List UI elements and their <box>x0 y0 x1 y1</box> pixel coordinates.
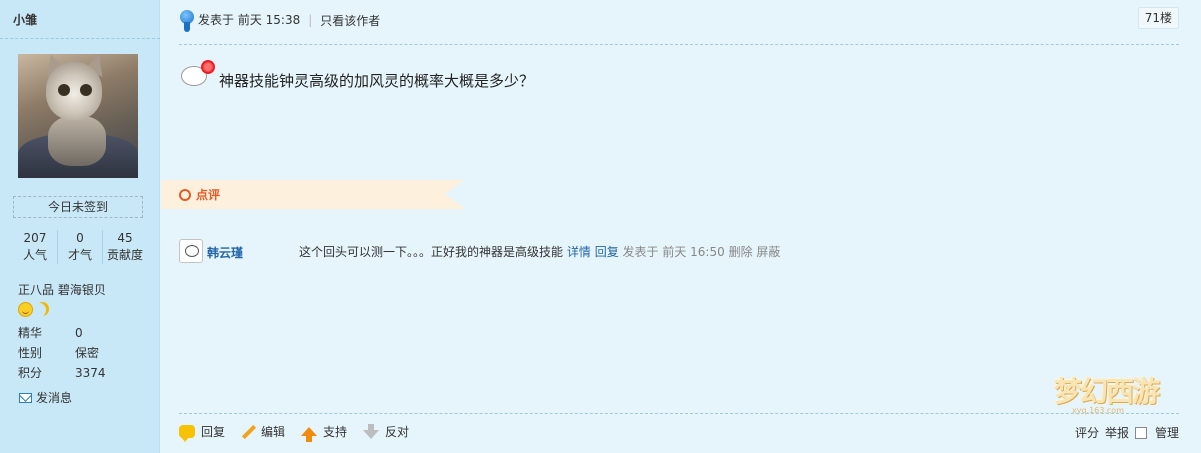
comment-text: 这个回头可以测一下。。。正好我的神器是高级技能 <box>299 245 564 259</box>
moon-medal-icon[interactable] <box>35 302 50 317</box>
oppose-label: 反对 <box>385 425 410 439</box>
checkin-button[interactable]: 今日未签到 <box>13 196 143 218</box>
floor-number[interactable]: 71楼 <box>1137 7 1179 29</box>
watermark-text: 梦幻西游 <box>1054 375 1160 408</box>
send-message-link[interactable]: 发消息 <box>19 389 72 406</box>
user-rank: 正八品 碧海银贝 <box>18 283 106 297</box>
rate-link[interactable]: 评分 <box>1075 424 1099 441</box>
comment-section-header: 点评 <box>161 180 465 209</box>
profile-info: 精华 0 性别 保密 积分 3374 <box>18 323 148 383</box>
profile-key: 性别 <box>18 346 43 360</box>
profile-row: 积分 3374 <box>18 363 148 383</box>
post-actions: 回复 编辑 支持 反对 <box>179 423 409 442</box>
profile-key: 精华 <box>18 326 43 340</box>
profile-value: 3374 <box>75 366 106 380</box>
medal-list <box>18 302 50 317</box>
profile-row: 精华 0 <box>18 323 148 343</box>
only-author-link[interactable]: 只看该作者 <box>320 12 380 29</box>
stat-popularity[interactable]: 207 人气 <box>13 230 58 264</box>
thread-emoticon-icon <box>179 58 219 88</box>
site-watermark-logo: 梦幻西游 xyq.163.com <box>1054 370 1199 418</box>
stat-value: 0 <box>76 231 84 245</box>
stat-contribution[interactable]: 45 贡献度 <box>103 230 147 264</box>
pencil-icon <box>241 425 255 439</box>
edit-button[interactable]: 编辑 <box>241 423 285 440</box>
reply-label: 回复 <box>201 425 226 439</box>
header-divider <box>179 44 1179 45</box>
arrow-up-icon <box>301 427 318 442</box>
profile-value: 0 <box>75 326 83 340</box>
user-sidebar: 小雏 今日未签到 207 人气 0 才气 45 贡献度 正八品 碧海银贝 精华 <box>0 0 160 453</box>
stat-label: 才气 <box>67 248 92 262</box>
comment-item: 韩云瑾 这个回头可以测一下。。。正好我的神器是高级技能 详情 回复 发表于 前天… <box>179 239 1179 265</box>
avatar[interactable] <box>18 54 138 178</box>
edit-label: 编辑 <box>261 425 286 439</box>
manage-checkbox[interactable] <box>1134 426 1147 439</box>
sidebar-divider <box>0 38 160 39</box>
send-message-label: 发消息 <box>36 391 73 405</box>
post-header: 发表于 前天 15:38 | 只看该作者 <box>179 8 380 32</box>
online-status-icon <box>179 8 195 32</box>
commenter-avatar[interactable] <box>179 239 203 263</box>
comment-details-link[interactable]: 详情 <box>567 245 591 259</box>
header-separator: | <box>308 13 313 27</box>
user-stats: 207 人气 0 才气 45 贡献度 <box>13 230 147 264</box>
circle-icon <box>179 189 191 201</box>
support-label: 支持 <box>323 425 348 439</box>
commenter-name[interactable]: 韩云瑾 <box>207 244 243 261</box>
manage-link[interactable]: 管理 <box>1155 424 1179 441</box>
smile-medal-icon[interactable] <box>18 302 33 317</box>
post-time: 发表于 前天 15:38 <box>198 13 301 27</box>
stat-label: 贡献度 <box>106 248 143 262</box>
stat-talent[interactable]: 0 才气 <box>58 230 103 264</box>
comment-time: 发表于 前天 16:50 <box>622 245 725 259</box>
stat-label: 人气 <box>22 248 47 262</box>
profile-value: 保密 <box>75 346 100 360</box>
profile-row: 性别 保密 <box>18 343 148 363</box>
moderation-actions: 评分 举报 管理 <box>1075 424 1179 441</box>
post-content: 神器技能钟灵高级的加风灵的概率大概是多少？ <box>219 72 535 90</box>
support-button[interactable]: 支持 <box>301 423 348 442</box>
comment-reply-link[interactable]: 回复 <box>595 245 619 259</box>
profile-key: 积分 <box>18 366 43 380</box>
mail-icon <box>19 392 32 403</box>
reply-button[interactable]: 回复 <box>179 423 226 442</box>
comment-block-link[interactable]: 屏蔽 <box>756 245 780 259</box>
comment-section-title: 点评 <box>196 188 221 202</box>
stat-value: 207 <box>23 231 47 245</box>
stat-value: 45 <box>117 231 133 245</box>
comment-body: 这个回头可以测一下。。。正好我的神器是高级技能 详情 回复 发表于 前天 16:… <box>299 243 780 260</box>
username[interactable]: 小雏 <box>13 11 37 28</box>
report-link[interactable]: 举报 <box>1105 424 1129 441</box>
arrow-down-icon <box>363 424 380 439</box>
speech-bubble-icon <box>179 425 195 442</box>
post-main: 发表于 前天 15:38 | 只看该作者 71楼 神器技能钟灵高级的加风灵的概率… <box>161 0 1201 453</box>
oppose-button[interactable]: 反对 <box>363 423 409 440</box>
footer-divider <box>179 413 1179 414</box>
comment-delete-link[interactable]: 删除 <box>729 245 753 259</box>
